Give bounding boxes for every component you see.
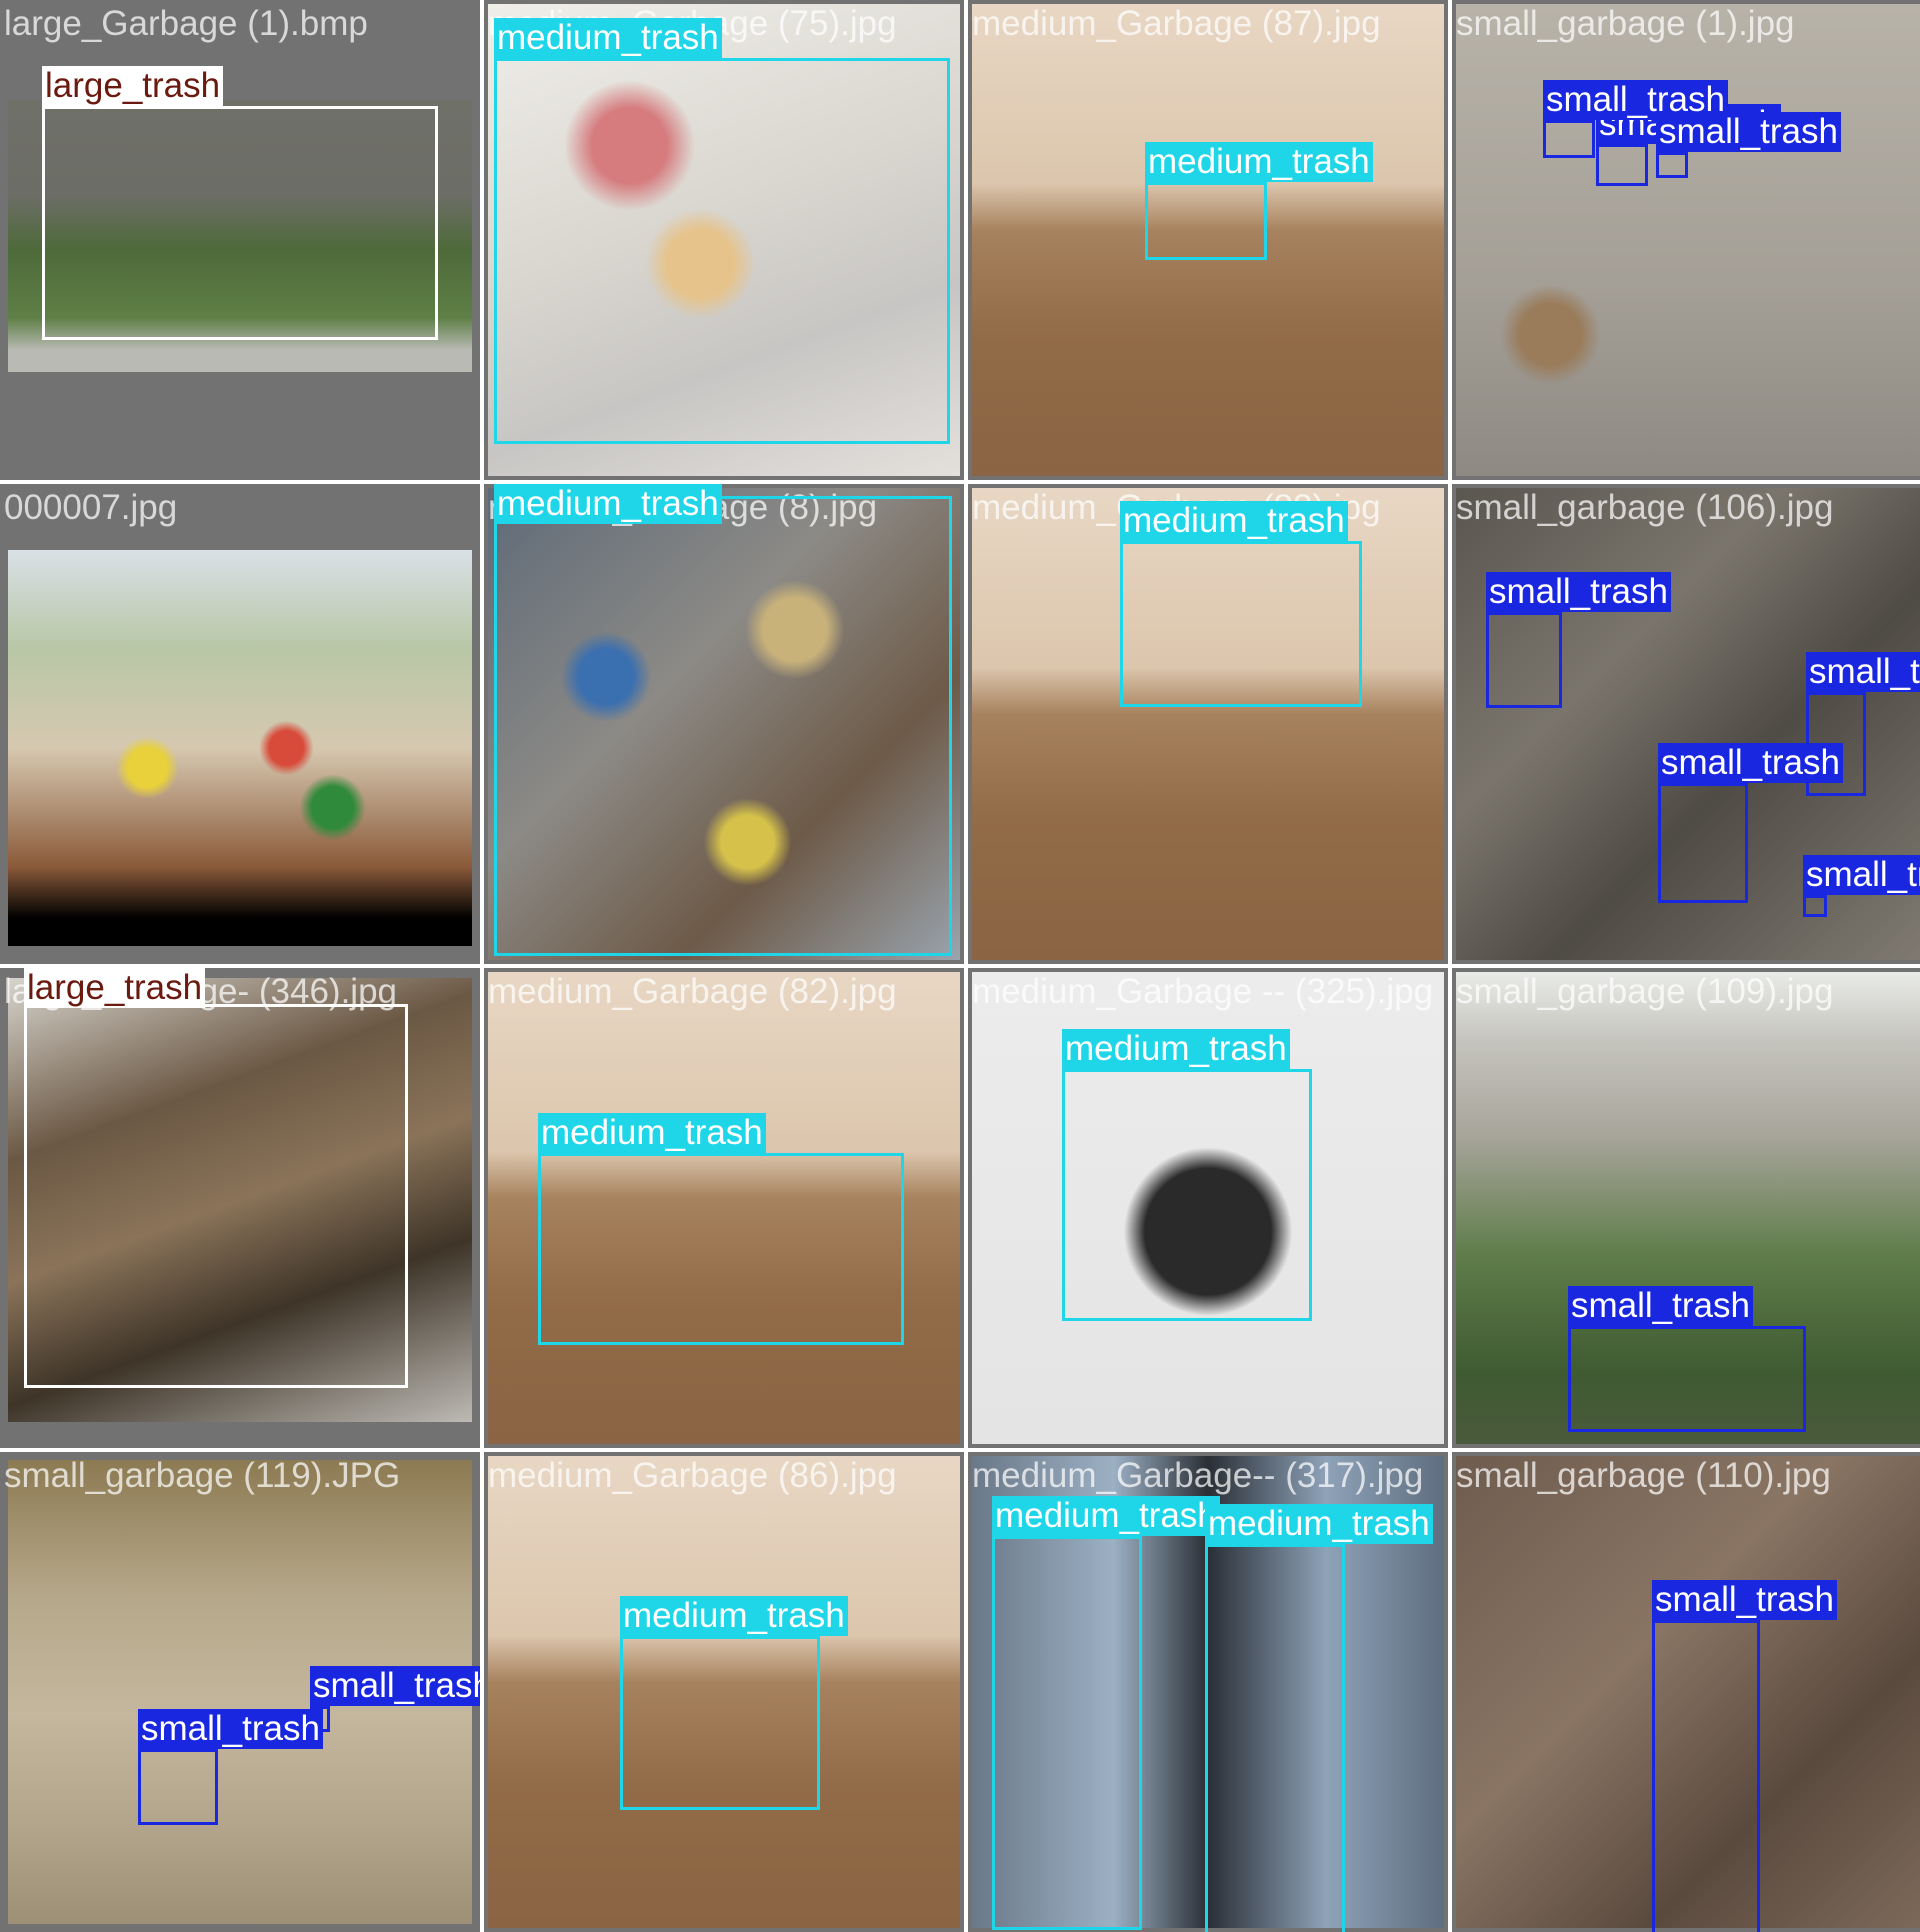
detection-label: small_trash	[1656, 112, 1841, 152]
image-filename: large_Garbage (1).bmp	[4, 4, 368, 43]
bounding-box-medium	[538, 1153, 904, 1345]
bounding-box-small	[1652, 1620, 1760, 1932]
image-filename: small_garbage (106).jpg	[1456, 488, 1834, 527]
detection-label: small_trash	[138, 1709, 323, 1749]
photo-concrete	[1456, 4, 1920, 476]
detection-label: small_trash	[1803, 855, 1920, 895]
image-tile: medium_Garbage (75).jpgmedium_trash	[484, 0, 964, 480]
detection-label: small_trash	[1652, 1580, 1837, 1620]
detection-label: medium_trash	[1120, 501, 1348, 541]
bounding-box-small	[1568, 1326, 1806, 1432]
image-filename: small_garbage (109).jpg	[1456, 972, 1834, 1011]
bounding-box-medium	[1145, 182, 1267, 260]
bounding-box-medium	[494, 58, 950, 444]
image-tile: small_garbage (106).jpg small_trash small_…	[1452, 484, 1920, 964]
image-filename: small_garbage (110).jpg	[1456, 1456, 1831, 1495]
image-tile: large_Garbage- (346).jpglarge_trash	[0, 968, 480, 1448]
bounding-box-small	[1486, 612, 1562, 708]
detection-label: medium_trash	[1145, 142, 1373, 182]
detection-label: large_trash	[24, 968, 206, 1008]
detection-label: small_trash	[1568, 1286, 1753, 1326]
bounding-box-small	[138, 1749, 218, 1825]
bounding-box-medium	[620, 1636, 820, 1810]
detection-label: medium_trash	[1062, 1029, 1290, 1069]
image-filename: medium_Garbage (82).jpg	[488, 972, 897, 1011]
detection-label: medium_trash	[620, 1596, 848, 1636]
detection-mosaic: large_Garbage (1).bmp large_trash medium_G…	[0, 0, 1920, 1932]
bounding-box-small	[1658, 783, 1748, 903]
bounding-box-large	[42, 106, 438, 340]
detection-label: small_trash	[1486, 572, 1671, 612]
image-filename: 000007.jpg	[4, 488, 178, 527]
bounding-box-medium	[1205, 1544, 1345, 1932]
image-tile: medium_Garbage (87).jpg medium_trash	[968, 0, 1448, 480]
image-filename: medium_Garbage (86).jpg	[488, 1456, 897, 1495]
image-tile: medium_Garbage (88).jpgmedium_trash	[968, 484, 1448, 964]
bounding-box-medium	[494, 496, 952, 956]
image-tile: medium_Garbage (8).jpgmedium_trash	[484, 484, 964, 964]
bounding-box-small	[1543, 120, 1595, 158]
image-tile: medium_Garbage -- (325).jpg medium_trash	[968, 968, 1448, 1448]
image-filename: medium_Garbage-- (317).jpg	[972, 1456, 1424, 1495]
image-tile: 000007.jpg	[0, 484, 480, 964]
image-tile: medium_Garbage (86).jpg medium_trash	[484, 1452, 964, 1932]
detection-label: small_trash	[1806, 652, 1920, 692]
detection-label: medium_trash	[1205, 1504, 1433, 1544]
detection-label: medium_trash	[992, 1496, 1220, 1536]
detection-label: small_trash	[310, 1666, 480, 1706]
image-tile: medium_Garbage (82).jpg medium_trash	[484, 968, 964, 1448]
image-filename: small_garbage (119).JPG	[4, 1456, 401, 1495]
image-tile: small_garbage (109).jpg small_trash	[1452, 968, 1920, 1448]
detection-label: medium_trash	[494, 484, 722, 524]
detection-label: medium_trash	[494, 18, 722, 58]
image-tile: large_Garbage (1).bmp large_trash	[0, 0, 480, 480]
image-tile: medium_Garbage-- (317).jpg medium_trash me…	[968, 1452, 1448, 1932]
image-tile: small_garbage (110).jpg small_trash	[1452, 1452, 1920, 1932]
image-tile: small_garbage (119).JPG small_trash small_…	[0, 1452, 480, 1932]
detection-label: large_trash	[42, 66, 224, 106]
bounding-box-medium	[1062, 1069, 1312, 1321]
image-filename: medium_Garbage -- (325).jpg	[972, 972, 1434, 1011]
detection-label: small_trash	[1658, 743, 1843, 783]
image-tile: small_garbage (1).jpg small_trash small_tr…	[1452, 0, 1920, 480]
bounding-box-medium	[992, 1536, 1142, 1930]
photo-cans	[8, 550, 472, 946]
bounding-box-small	[1596, 144, 1648, 186]
bounding-box-small	[1803, 895, 1827, 917]
bounding-box-small	[1656, 152, 1688, 178]
bounding-box-large	[24, 1004, 408, 1388]
image-filename: small_garbage (1).jpg	[1456, 4, 1795, 43]
bounding-box-medium	[1120, 541, 1362, 707]
image-filename: medium_Garbage (87).jpg	[972, 4, 1381, 43]
detection-label: medium_trash	[538, 1113, 766, 1153]
